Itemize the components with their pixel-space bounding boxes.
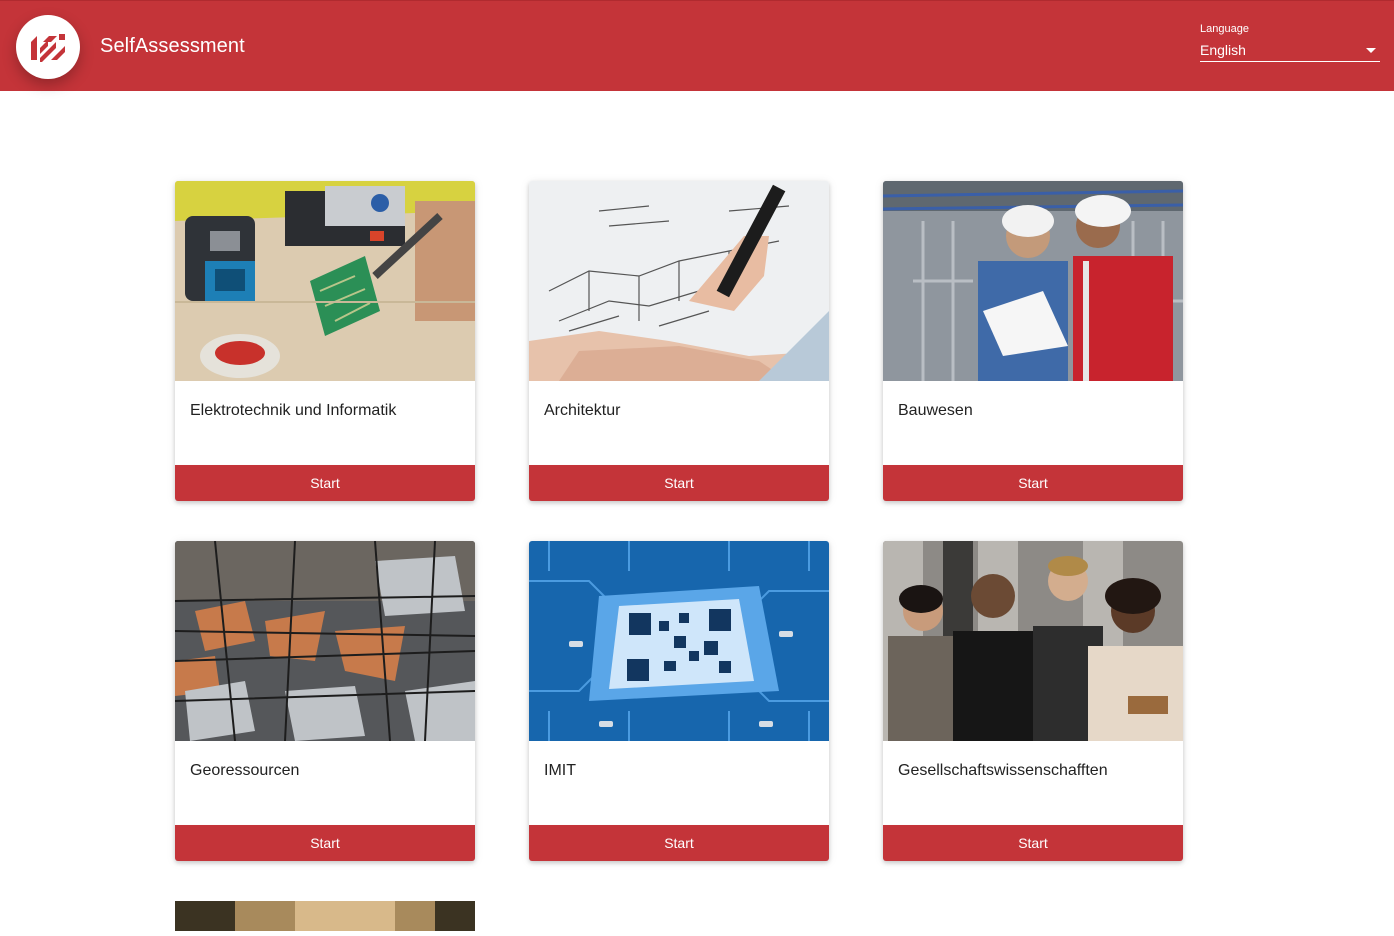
card-title: Elektrotechnik und Informatik xyxy=(190,402,397,419)
program-card: IMIT Start xyxy=(529,541,829,861)
university-logo-icon[interactable] xyxy=(16,15,80,79)
language-select[interactable]: English xyxy=(1200,39,1380,62)
program-card: Gesellschaftswissenschafften Start xyxy=(883,541,1183,861)
start-button[interactable]: Start xyxy=(529,465,829,501)
chevron-down-icon[interactable] xyxy=(1366,47,1376,53)
app-bar: SelfAssessment Language English xyxy=(0,0,1394,91)
card-image-architecture xyxy=(529,181,829,381)
start-button[interactable]: Start xyxy=(883,465,1183,501)
card-title: Georessourcen xyxy=(190,762,300,779)
program-card: Georessourcen Start xyxy=(175,541,475,861)
app-title: SelfAssessment xyxy=(100,35,245,57)
start-button[interactable]: Start xyxy=(175,465,475,501)
start-button[interactable]: Start xyxy=(529,825,829,861)
language-value: English xyxy=(1200,42,1246,58)
card-image-electronics xyxy=(175,181,475,381)
language-label: Language xyxy=(1200,23,1249,35)
card-title: Gesellschaftswissenschafften xyxy=(898,762,1108,779)
language-selector[interactable]: Language English xyxy=(1200,23,1380,62)
start-button[interactable]: Start xyxy=(175,825,475,861)
card-title: IMIT xyxy=(544,762,576,779)
program-card-partial xyxy=(175,901,475,931)
card-image-social-sciences xyxy=(883,541,1183,741)
card-title: Architektur xyxy=(544,402,621,419)
program-card: Bauwesen Start xyxy=(883,181,1183,501)
start-button[interactable]: Start xyxy=(883,825,1183,861)
program-card: Elektrotechnik und Informatik Start xyxy=(175,181,475,501)
card-image-georesources xyxy=(175,541,475,741)
card-title: Bauwesen xyxy=(898,402,973,419)
card-image-construction xyxy=(883,181,1183,381)
card-image-circuit-qr xyxy=(529,541,829,741)
program-card: Architektur Start xyxy=(529,181,829,501)
